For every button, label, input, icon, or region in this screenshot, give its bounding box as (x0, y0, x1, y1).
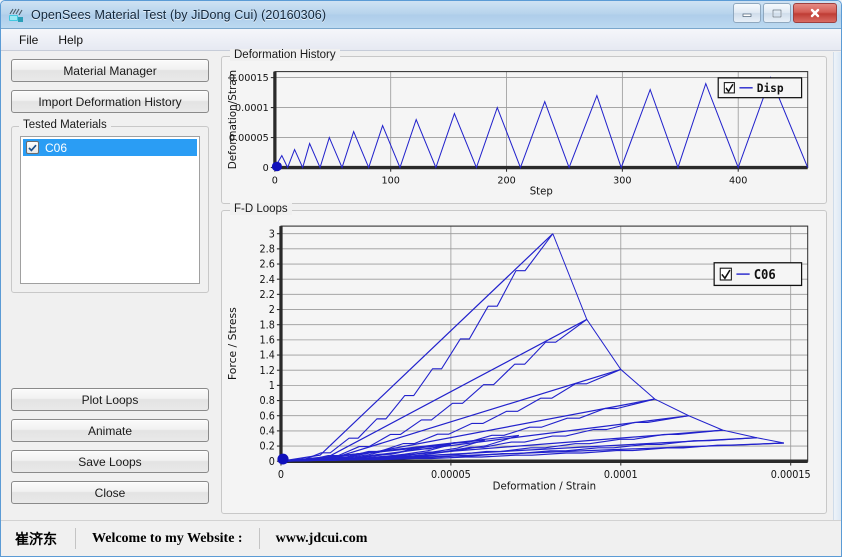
plot-loops-button[interactable]: Plot Loops (11, 388, 209, 411)
svg-text:0.00015: 0.00015 (771, 470, 811, 481)
fd-loops-panel: F-D Loops 0 0.2 0.4 0.6 0.8 1 1.2 1.4 1.6 1.8 2 2.2… (221, 203, 827, 514)
save-loops-button[interactable]: Save Loops (11, 450, 209, 473)
svg-text:1.6: 1.6 (260, 335, 275, 346)
svg-text:Deformation/Strain: Deformation/Strain (227, 70, 239, 169)
svg-text:2.4: 2.4 (260, 275, 275, 286)
window-title: OpenSees Material Test (by JiDong Cui) (… (31, 7, 327, 22)
svg-text:0.2: 0.2 (260, 441, 275, 452)
material-name: C06 (45, 140, 68, 155)
menu-item-help[interactable]: Help (48, 31, 93, 49)
svg-text:0.6: 0.6 (260, 411, 275, 422)
animate-button[interactable]: Animate (11, 419, 209, 442)
svg-text:Deformation / Strain: Deformation / Strain (493, 480, 596, 492)
list-item[interactable]: C06 (23, 139, 197, 156)
window-right-rail (833, 52, 841, 520)
svg-text:0: 0 (278, 470, 284, 481)
maximize-button[interactable] (763, 3, 791, 23)
svg-text:0.00005: 0.00005 (431, 470, 471, 481)
status-author: 崔济东 (15, 532, 57, 548)
close-window-button[interactable]: Close (11, 481, 209, 504)
svg-text:Force / Stress: Force / Stress (228, 307, 240, 380)
import-deformation-history-button[interactable]: Import Deformation History (11, 90, 209, 113)
application-window: OpenSees Material Test (by JiDong Cui) (… (0, 0, 842, 557)
svg-text:0.0001: 0.0001 (604, 470, 638, 481)
status-welcome: Welcome to my Website : (92, 530, 243, 546)
svg-text:1.8: 1.8 (260, 320, 275, 331)
status-bar: 崔济东 Welcome to my Website : www.jdcui.co… (1, 520, 841, 556)
left-panel: Material Manager Import Deformation Hist… (1, 52, 217, 520)
tested-materials-label: Tested Materials (19, 119, 111, 131)
svg-text:0.4: 0.4 (260, 426, 275, 437)
svg-text:1: 1 (269, 381, 275, 392)
fd-loops-chart[interactable]: 0 0.2 0.4 0.6 0.8 1 1.2 1.4 1.6 1.8 2 2.2 2.4 2.6 2.8 3… (222, 211, 826, 513)
svg-text:0: 0 (263, 163, 269, 174)
svg-text:C06: C06 (754, 266, 776, 281)
svg-text:0.0001: 0.0001 (235, 103, 269, 114)
svg-text:1.2: 1.2 (260, 366, 275, 377)
window-controls (733, 3, 837, 23)
left-panel-actions: Plot Loops Animate Save Loops Close (11, 388, 209, 520)
svg-text:2.8: 2.8 (260, 244, 275, 255)
svg-text:0: 0 (272, 176, 278, 187)
charts-area: Deformation History 0 0.00005 0.0001 0.0001… (217, 49, 841, 520)
tested-materials-list[interactable]: C06 (20, 136, 200, 284)
fd-loops-title: F-D Loops (230, 203, 292, 215)
svg-text:200: 200 (497, 176, 515, 187)
svg-text:300: 300 (613, 176, 631, 187)
minimize-button[interactable] (733, 3, 761, 23)
material-checkbox[interactable] (26, 141, 39, 154)
svg-text:Disp: Disp (757, 81, 784, 95)
deformation-history-chart[interactable]: 00.000050.00010.000150 100 200 300 400StepDe… (222, 57, 826, 203)
close-button[interactable] (793, 3, 837, 23)
svg-text:2.2: 2.2 (260, 290, 275, 301)
tested-materials-group: Tested Materials C06 (11, 119, 209, 293)
svg-text:0: 0 (269, 457, 275, 468)
title-bar: OpenSees Material Test (by JiDong Cui) (… (1, 1, 841, 29)
svg-text:400: 400 (729, 176, 747, 187)
left-panel-spacer (11, 293, 209, 388)
svg-text:2.6: 2.6 (260, 259, 275, 270)
svg-text:2: 2 (269, 305, 275, 316)
svg-text:3: 3 (269, 229, 275, 240)
svg-text:Step: Step (530, 186, 553, 198)
status-website: www.jdcui.com (275, 530, 368, 546)
menu-item-file[interactable]: File (9, 31, 48, 49)
svg-text:0.8: 0.8 (260, 396, 275, 407)
deformation-history-title: Deformation History (230, 49, 340, 61)
opensees-app-icon (9, 8, 23, 22)
svg-text:100: 100 (382, 176, 400, 187)
svg-text:1.4: 1.4 (260, 350, 275, 361)
deformation-history-panel: Deformation History 0 0.00005 0.0001 0.0001… (221, 49, 827, 204)
material-manager-button[interactable]: Material Manager (11, 59, 209, 82)
main-content: Material Manager Import Deformation Hist… (1, 49, 841, 520)
menu-bar: File Help (1, 29, 841, 51)
